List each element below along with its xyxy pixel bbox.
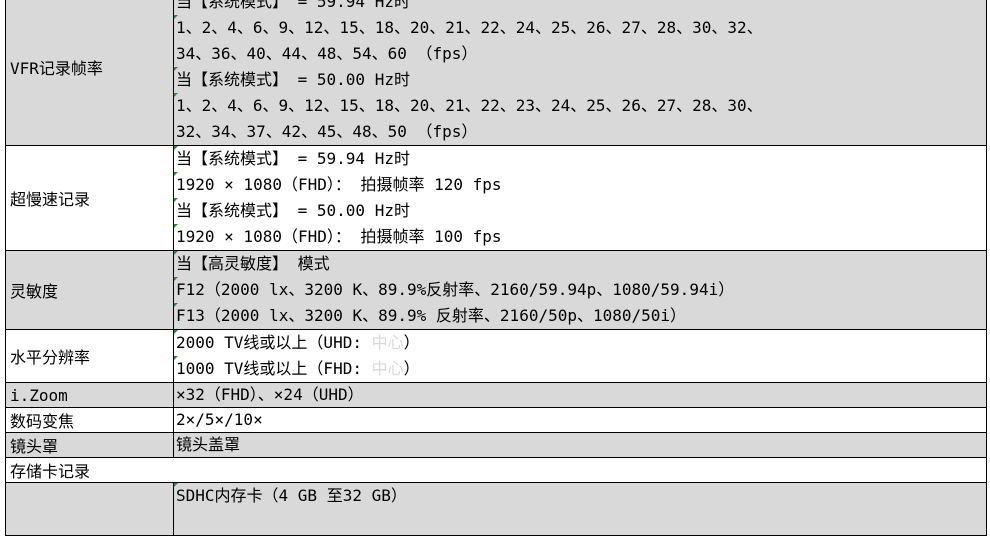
row-value: SDHC内存卡（4 GB 至32 GB） (173, 482, 987, 536)
spec-table: VFR记录帧率 当【系统模式】 = 59.94 Hz时 1、2、4、6、9、12… (5, 0, 987, 536)
table-row-lens-hood: 镜头罩 镜头盖罩 (5, 432, 987, 458)
value-line: 当【系统模式】 = 59.94 Hz时 (175, 0, 986, 15)
value-line: F13（2000 lx、3200 K、89.9% 反射率、2160/50p、10… (174, 303, 986, 329)
row-value: 镜头盖罩 (173, 432, 987, 458)
value-line: 1920 × 1080（FHD）： 拍摄帧率 120 fps (174, 172, 986, 198)
value-line: 1920 × 1080（FHD）： 拍摄帧率 100 fps (174, 224, 986, 250)
row-value: ×32（FHD）、×24（UHD） (173, 382, 987, 408)
value-line: 1、2、4、6、9、12、15、18、20、21、22、24、25、26、27、… (174, 15, 986, 41)
value-line: 2000 TV线或以上（UHD: 中心） (174, 330, 986, 357)
value-line: 当【系统模式】 = 50.00 Hz时 (174, 67, 986, 93)
table-row-horizontal-resolution: 水平分辨率 2000 TV线或以上（UHD: 中心） 1000 TV线或以上（F… (5, 329, 987, 383)
row-value: 当【高灵敏度】 模式 F12（2000 lx、3200 K、89.9%反射率、2… (173, 250, 987, 330)
row-value: 当【系统模式】 = 59.94 Hz时 1920 × 1080（FHD）： 拍摄… (173, 145, 987, 251)
value-text: 2000 TV线或以上（UHD: (176, 333, 372, 352)
value-line: F12（2000 lx、3200 K、89.9%反射率、2160/59.94p、… (174, 277, 986, 303)
row-label (5, 482, 174, 536)
table-row-sdhc: SDHC内存卡（4 GB 至32 GB） (5, 482, 987, 536)
table-row-digital-zoom: 数码变焦 2×/5×/10× (5, 407, 987, 433)
value-line: 1、2、4、6、9、12、15、18、20、21、22、23、24、25、26、… (174, 93, 986, 119)
section-header: 存储卡记录 (5, 457, 987, 483)
table-row-super-slow: 超慢速记录 当【系统模式】 = 59.94 Hz时 1920 × 1080（FH… (5, 145, 987, 251)
faded-text: 中心 (371, 333, 404, 352)
row-value: 2000 TV线或以上（UHD: 中心） 1000 TV线或以上（FHD: 中心… (173, 329, 987, 383)
table-row-sensitivity: 灵敏度 当【高灵敏度】 模式 F12（2000 lx、3200 K、89.9%反… (5, 250, 987, 330)
value-text: 1000 TV线或以上（FHD: (176, 359, 372, 378)
value-line: 2×/5×/10× (176, 410, 263, 429)
value-line: SDHC内存卡（4 GB 至32 GB） (174, 483, 986, 510)
value-line: ×32（FHD）、×24（UHD） (176, 385, 364, 404)
row-value: 当【系统模式】 = 59.94 Hz时 1、2、4、6、9、12、15、18、2… (173, 0, 987, 146)
value-line: 当【系统模式】 = 50.00 Hz时 (174, 198, 986, 224)
row-value: 2×/5×/10× (173, 407, 987, 433)
value-line: 当【系统模式】 = 59.94 Hz时 (174, 146, 986, 173)
table-row-section-header: 存储卡记录 (5, 457, 987, 483)
table-row-izoom: i.Zoom ×32（FHD）、×24（UHD） (5, 382, 987, 408)
value-line: 镜头盖罩 (176, 435, 241, 454)
value-line: 当【高灵敏度】 模式 (174, 251, 986, 278)
value-text: ） (403, 359, 420, 378)
row-label: 镜头罩 (5, 432, 174, 458)
value-line (175, 509, 986, 535)
row-label: 数码变焦 (5, 407, 174, 433)
row-label: 灵敏度 (5, 250, 174, 330)
faded-text: 中心 (371, 359, 404, 378)
row-label: VFR记录帧率 (5, 0, 174, 146)
value-line: 1000 TV线或以上（FHD: 中心） (174, 356, 986, 382)
row-label: 水平分辨率 (5, 329, 174, 383)
spec-sheet: VFR记录帧率 当【系统模式】 = 59.94 Hz时 1、2、4、6、9、12… (5, 0, 987, 536)
value-line: 32、34、37、42、45、48、50 （fps） (176, 122, 478, 141)
row-label: i.Zoom (5, 382, 174, 408)
value-line: 34、36、40、44、48、54、60 （fps） (176, 44, 478, 63)
row-label: 超慢速记录 (5, 145, 174, 251)
table-row-vfr: VFR记录帧率 当【系统模式】 = 59.94 Hz时 1、2、4、6、9、12… (5, 0, 987, 146)
value-text: ） (403, 333, 420, 352)
